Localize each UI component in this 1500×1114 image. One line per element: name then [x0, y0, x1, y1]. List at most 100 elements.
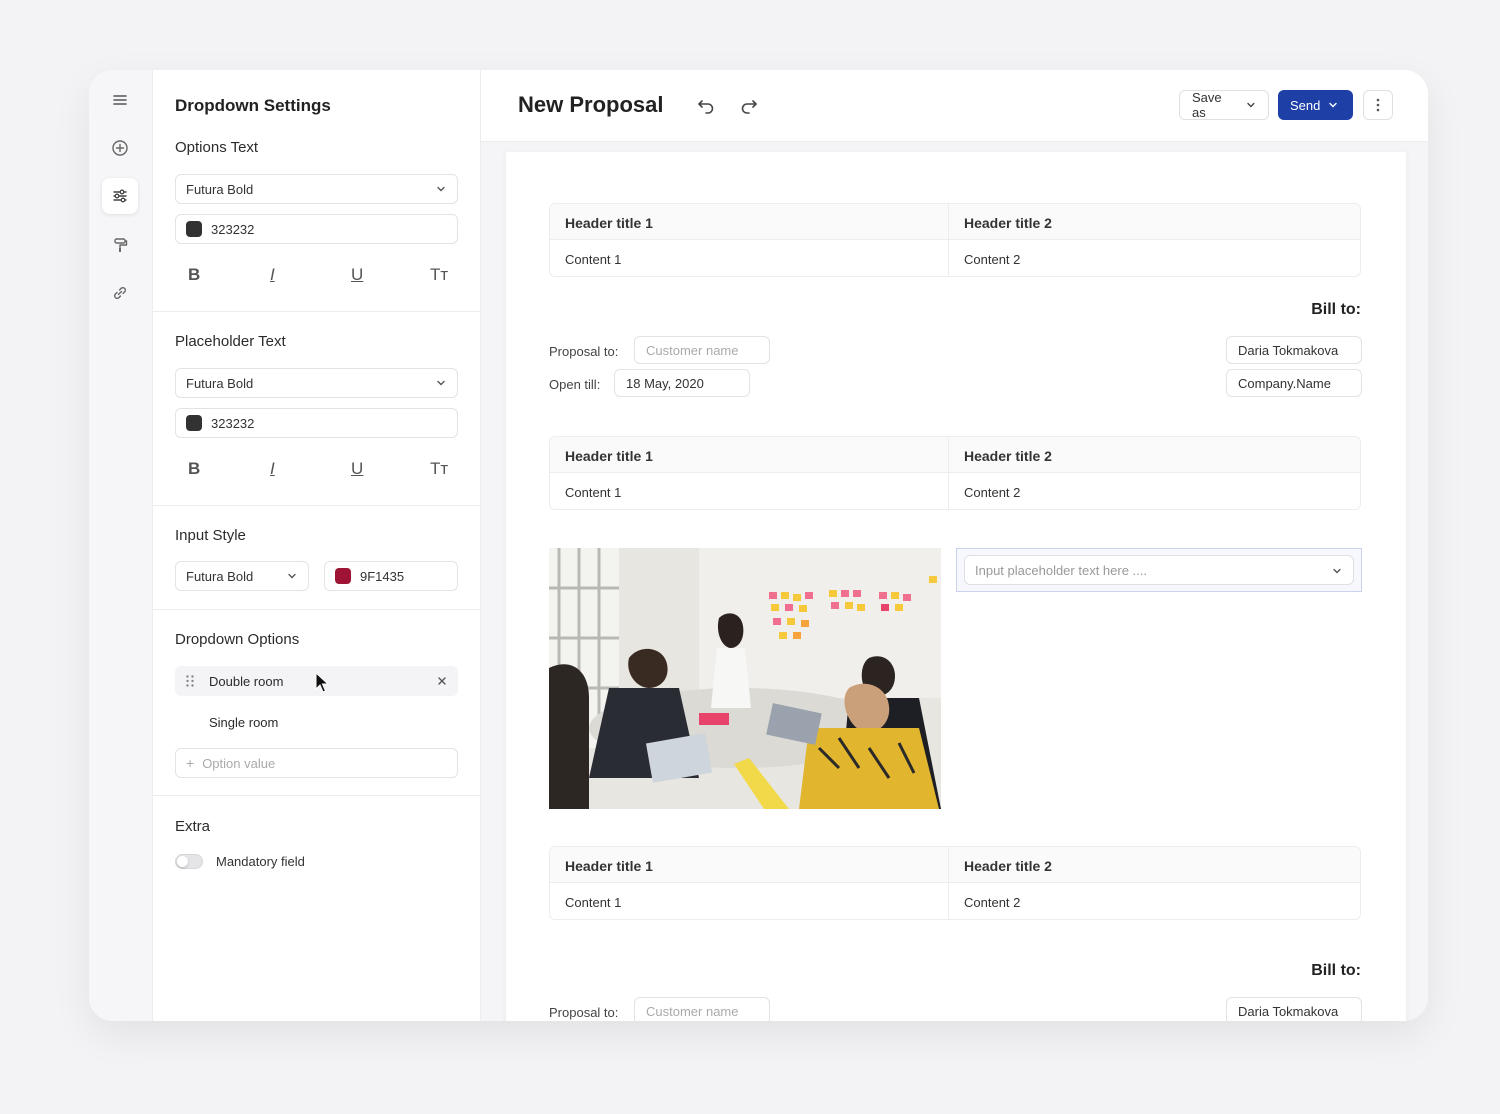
input-font-select[interactable]: Futura Bold [175, 561, 309, 591]
input-color-value: 9F1435 [360, 568, 405, 584]
placeholder-color-value: 323232 [211, 415, 255, 431]
paint-roller-icon[interactable] [102, 227, 138, 263]
document-sheet: Header title 1 Header title 2 Content 1 … [506, 152, 1406, 1021]
table-header-cell: Header title 1 [550, 847, 949, 883]
underline-button[interactable]: U [351, 265, 363, 285]
undo-icon[interactable] [696, 96, 716, 116]
option-row[interactable]: Double room [175, 666, 458, 696]
plus-icon: + [186, 755, 195, 771]
page-title: New Proposal [518, 92, 664, 117]
menu-icon[interactable] [102, 82, 138, 118]
italic-button[interactable]: I [270, 459, 275, 479]
table-header-cell: Header title 1 [550, 437, 949, 473]
open-till-input[interactable]: 18 May, 2020 [614, 369, 750, 397]
placeholder-font-value: Futura Bold [186, 375, 254, 391]
options-text-section: Options Text Futura Bold 323232 B I U Tт [153, 70, 480, 312]
link-icon[interactable] [102, 275, 138, 311]
main-area: New Proposal Save as Send Header title 1… [481, 70, 1428, 1021]
dropdown-options-title: Dropdown Options [175, 631, 300, 648]
option-row[interactable]: Single room [175, 707, 458, 737]
table-cell: Content 1 [550, 240, 949, 276]
chevron-down-icon [288, 573, 296, 579]
customer-name-input[interactable]: Customer name [634, 997, 770, 1021]
placeholder-text-title: Placeholder Text [175, 333, 286, 350]
chevron-down-icon [437, 186, 445, 192]
contact-name-input[interactable]: Daria Tokmakova [1226, 997, 1362, 1021]
proposal-to-label: Proposal to: [549, 344, 619, 359]
table-header-cell: Header title 2 [949, 204, 1360, 240]
redo-icon[interactable] [739, 96, 759, 116]
settings-sliders-icon[interactable] [102, 178, 138, 214]
icon-rail [89, 70, 153, 1021]
text-size-button[interactable]: Tт [430, 459, 448, 479]
send-label: Send [1290, 97, 1321, 113]
placeholder-text-section: Placeholder Text Futura Bold 323232 B I … [153, 312, 480, 506]
table-cell: Content 2 [964, 485, 1021, 500]
options-text-title: Options Text [175, 139, 259, 156]
dropdown-placeholder: Input placeholder text here .... [975, 563, 1147, 578]
table-cell: Content 2 [964, 895, 1021, 910]
bold-button[interactable]: B [188, 459, 200, 479]
input-style-title: Input Style [175, 527, 246, 544]
table-cell: Content 1 [550, 883, 949, 919]
placeholder-color-field[interactable]: 323232 [175, 408, 458, 438]
extra-title: Extra [175, 818, 211, 835]
content-table[interactable]: Header title 1 Header title 2 Content 1 … [549, 203, 1361, 277]
table-header-cell: Header title 2 [949, 847, 1360, 883]
color-swatch[interactable] [186, 415, 202, 431]
app-window: Dropdown Settings Options Text Futura Bo… [89, 70, 1428, 1021]
option-label: Single room [209, 714, 279, 730]
placeholder-font-select[interactable]: Futura Bold [175, 368, 458, 398]
input-color-field[interactable]: 9F1435 [324, 561, 458, 591]
chevron-down-icon [1247, 102, 1255, 108]
options-color-value: 323232 [211, 221, 255, 237]
settings-panel: Dropdown Settings Options Text Futura Bo… [153, 70, 481, 1021]
more-vertical-icon [1376, 98, 1380, 112]
table-header-cell: Header title 1 [550, 204, 949, 240]
send-button[interactable]: Send [1278, 90, 1353, 120]
options-color-field[interactable]: 323232 [175, 214, 458, 244]
drag-handle-icon[interactable] [185, 674, 195, 688]
color-swatch[interactable] [186, 221, 202, 237]
table-header-cell: Header title 2 [949, 437, 1360, 473]
option-label: Double room [209, 673, 284, 689]
customer-name-input[interactable]: Customer name [634, 336, 770, 364]
more-button[interactable] [1363, 90, 1393, 120]
underline-button[interactable]: U [351, 459, 363, 479]
content-table[interactable]: Header title 1 Header title 2 Content 1 … [549, 846, 1361, 920]
bill-to-label: Bill to: [1311, 962, 1361, 979]
new-option-placeholder: Option value [202, 755, 276, 771]
open-till-label: Open till: [549, 377, 601, 392]
chevron-down-icon [1333, 568, 1341, 574]
options-font-select[interactable]: Futura Bold [175, 174, 458, 204]
company-input[interactable]: Company.Name [1226, 369, 1362, 397]
table-cell: Content 2 [964, 252, 1021, 267]
text-size-button[interactable]: Tт [430, 265, 448, 285]
top-bar: New Proposal Save as Send [481, 70, 1428, 142]
proposal-to-label: Proposal to: [549, 1005, 619, 1020]
dropdown-field[interactable]: Input placeholder text here .... [964, 555, 1354, 585]
save-as-button[interactable]: Save as [1179, 90, 1269, 120]
new-option-input[interactable]: + Option value [175, 748, 458, 778]
color-swatch[interactable] [335, 568, 351, 584]
contact-name-input[interactable]: Daria Tokmakova [1226, 336, 1362, 364]
chevron-down-icon [437, 380, 445, 386]
italic-button[interactable]: I [270, 265, 275, 285]
input-style-section: Input Style Futura Bold 9F1435 [153, 506, 480, 610]
dropdown-field-wrapper: Input placeholder text here .... [956, 548, 1362, 592]
add-icon[interactable] [102, 130, 138, 166]
mandatory-toggle[interactable] [175, 854, 203, 869]
input-font-value: Futura Bold [186, 568, 254, 584]
mandatory-label: Mandatory field [216, 854, 305, 869]
save-as-label: Save as [1192, 90, 1222, 120]
options-font-value: Futura Bold [186, 181, 254, 197]
close-icon[interactable] [436, 675, 448, 687]
meeting-photo[interactable] [549, 548, 941, 809]
bill-to-label: Bill to: [1311, 301, 1361, 318]
bold-button[interactable]: B [188, 265, 200, 285]
content-table[interactable]: Header title 1 Header title 2 Content 1 … [549, 436, 1361, 510]
chevron-down-icon [1329, 102, 1338, 108]
table-cell: Content 1 [550, 473, 949, 509]
dropdown-options-section: Dropdown Options Double room Single room… [153, 610, 480, 796]
mouse-cursor-icon [315, 672, 329, 693]
